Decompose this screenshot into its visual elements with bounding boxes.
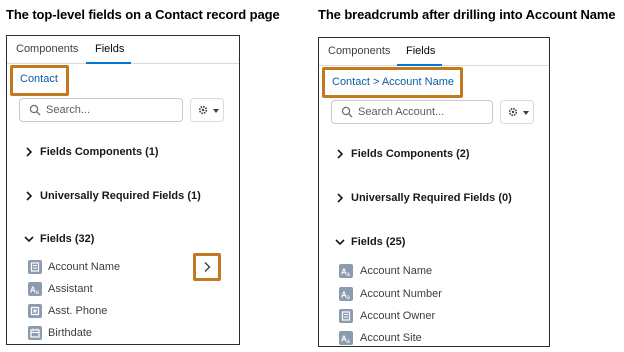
search-icon <box>29 104 41 116</box>
search-input[interactable]: Search... <box>19 98 183 122</box>
chevron-right-icon <box>26 191 33 201</box>
left-panel: Components Fields Contact Search... Fiel… <box>6 35 240 345</box>
section-label: Fields Components (2) <box>351 148 470 160</box>
section-label: Fields (25) <box>351 236 406 248</box>
search-placeholder: Search... <box>46 104 91 116</box>
text-icon: Aa <box>339 287 353 301</box>
section-fields-components[interactable]: Fields Components (2) <box>337 148 470 160</box>
chevron-down-icon <box>523 111 529 115</box>
section-fields[interactable]: Fields (25) <box>335 236 406 248</box>
tab-bar: Components Fields <box>7 36 239 64</box>
search-placeholder: Search Account... <box>358 106 445 118</box>
date-icon <box>28 326 42 340</box>
field-birthdate[interactable]: Birthdate <box>48 327 92 339</box>
section-universally-required[interactable]: Universally Required Fields (0) <box>337 192 512 204</box>
drill-into-field-button[interactable] <box>193 253 221 281</box>
section-fields-components[interactable]: Fields Components (1) <box>26 146 159 158</box>
gear-icon <box>198 105 208 115</box>
right-caption: The breadcrumb after drilling into Accou… <box>318 7 616 22</box>
section-label: Fields (32) <box>40 233 95 245</box>
field-account-number[interactable]: Account Number <box>360 288 442 300</box>
chevron-down-icon <box>335 239 345 246</box>
right-panel: Components Fields Contact > Account Name… <box>318 37 550 347</box>
gear-icon <box>508 107 518 117</box>
section-universally-required[interactable]: Universally Required Fields (1) <box>26 190 201 202</box>
chevron-right-icon <box>337 193 344 203</box>
text-icon: Aa <box>28 282 42 296</box>
svg-text:a: a <box>347 339 351 345</box>
svg-text:a: a <box>347 295 351 301</box>
search-icon <box>341 106 353 118</box>
field-asst-phone[interactable]: Asst. Phone <box>48 305 107 317</box>
settings-menu-button[interactable] <box>500 100 534 124</box>
breadcrumb-contact[interactable]: Contact <box>20 73 58 85</box>
field-assistant[interactable]: Assistant <box>48 283 93 295</box>
lookup-icon <box>28 260 42 274</box>
svg-text:a: a <box>36 290 40 296</box>
section-label: Universally Required Fields (1) <box>40 190 201 202</box>
settings-menu-button[interactable] <box>190 98 224 122</box>
chevron-right-icon <box>204 262 211 272</box>
tab-fields[interactable]: Fields <box>95 43 124 55</box>
lookup-icon <box>339 309 353 323</box>
text-icon: Aa <box>339 264 353 278</box>
tab-components[interactable]: Components <box>16 43 78 55</box>
svg-text:a: a <box>347 272 351 278</box>
tab-fields[interactable]: Fields <box>406 45 435 57</box>
chevron-right-icon <box>26 147 33 157</box>
section-label: Fields Components (1) <box>40 146 159 158</box>
section-label: Universally Required Fields (0) <box>351 192 512 204</box>
chevron-down-icon <box>213 109 219 113</box>
chevron-down-icon <box>24 236 34 243</box>
section-fields[interactable]: Fields (32) <box>24 233 95 245</box>
text-icon: Aa <box>339 331 353 345</box>
field-account-site[interactable]: Account Site <box>360 332 422 344</box>
tab-components[interactable]: Components <box>328 45 390 57</box>
breadcrumb-contact-account-name[interactable]: Contact > Account Name <box>332 76 454 88</box>
search-input[interactable]: Search Account... <box>331 100 493 124</box>
active-tab-indicator <box>86 62 131 64</box>
field-account-name[interactable]: Account Name <box>360 265 432 277</box>
chevron-right-icon <box>337 149 344 159</box>
active-tab-indicator <box>397 64 442 66</box>
field-account-name[interactable]: Account Name <box>48 261 120 273</box>
field-account-owner[interactable]: Account Owner <box>360 310 435 322</box>
phone-icon <box>28 304 42 318</box>
left-caption: The top-level fields on a Contact record… <box>6 7 280 22</box>
tab-bar: Components Fields <box>319 38 549 66</box>
